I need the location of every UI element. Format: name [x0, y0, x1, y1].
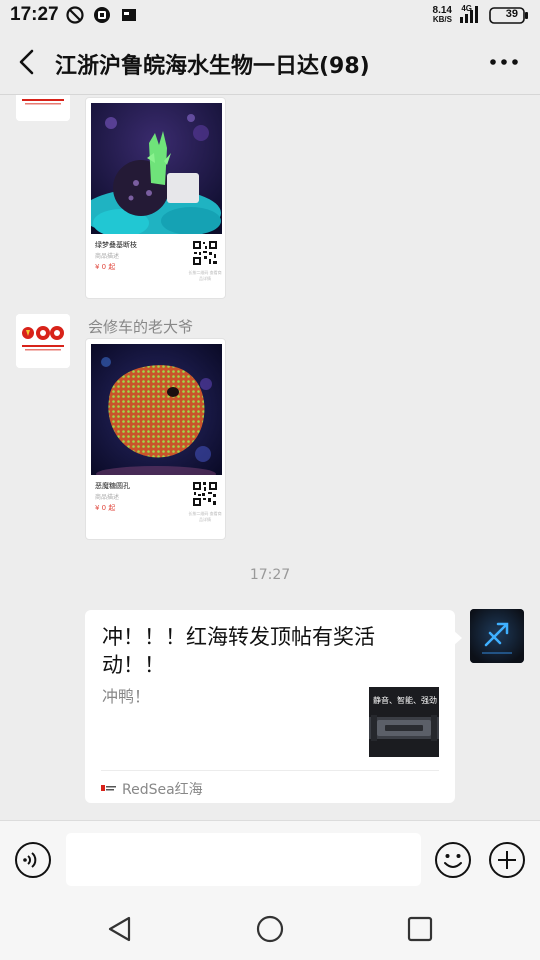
voice-input-icon[interactable] [14, 841, 52, 879]
link-description: 冲鸭！ [102, 687, 151, 706]
party-badge-avatar-image [16, 95, 70, 121]
app-notification-icon [94, 7, 110, 23]
link-thumbnail: 静音、智能、强劲 [369, 687, 439, 757]
sd-card-icon [122, 9, 136, 21]
qr-code-icon [192, 240, 218, 266]
product-description: 商品描述 [95, 494, 120, 501]
link-source: RedSea红海 [122, 782, 203, 798]
link-title: 冲！！！红海转发顶帖有奖活动！！ [102, 625, 375, 677]
message-list[interactable]: 绿梦叠基断枝 商品描述 ¥ 0 起 长按二维码 查看商品详情 会修车的老大爷 恶… [0, 95, 540, 820]
product-card[interactable]: 绿梦叠基断枝 商品描述 ¥ 0 起 长按二维码 查看商品详情 [85, 97, 226, 299]
my-avatar[interactable] [470, 609, 524, 663]
qr-tip: 长按二维码 查看商品详情 [188, 511, 222, 522]
link-divider [101, 770, 439, 771]
chat-title: 江浙沪鲁皖海水生物一日达(98) [55, 54, 370, 79]
net-speed-bottom: KB/S [432, 15, 452, 24]
party-badge-avatar-image [16, 314, 70, 368]
redsea-logo-icon [101, 782, 117, 794]
system-back-icon[interactable] [105, 914, 135, 944]
chat-header: 江浙沪鲁皖海水生物一日达(98) [0, 30, 540, 95]
plus-icon[interactable] [488, 841, 526, 879]
input-bar [0, 820, 540, 898]
battery-level: 39 [505, 8, 518, 20]
product-name: 恶魔糖圆孔 [95, 482, 130, 490]
back-arrow-icon[interactable] [12, 46, 44, 78]
system-recents-icon[interactable] [405, 914, 435, 944]
status-time: 17:27 [10, 4, 59, 25]
product-price: ¥ 0 起 [95, 504, 116, 512]
thumbnail-text: 静音、智能、强劲 [373, 696, 437, 705]
avatar[interactable] [16, 95, 70, 121]
shared-link-card[interactable]: 冲！！！红海转发顶帖有奖活动！！ 冲鸭！ 静音、智能、强劲 RedSea红海 [85, 610, 455, 803]
do-not-disturb-icon [66, 6, 84, 24]
message-input[interactable] [66, 833, 421, 886]
sagittarius-avatar-image [470, 609, 524, 663]
system-home-icon[interactable] [255, 914, 285, 944]
emoji-icon[interactable] [434, 841, 472, 879]
avatar[interactable] [16, 314, 70, 368]
product-name: 绿梦叠基断枝 [95, 241, 137, 249]
network-type: 4G [461, 4, 472, 13]
bubble-tail [453, 630, 462, 646]
message-timestamp: 17:27 [249, 567, 291, 583]
product-image [91, 344, 222, 475]
qr-tip: 长按二维码 查看商品详情 [188, 270, 222, 281]
more-options-icon[interactable] [488, 52, 520, 72]
status-bar: 17:27 8.14 KB/S 4G 39 [0, 0, 540, 30]
sender-name: 会修车的老大爷 [88, 318, 194, 336]
qr-code-icon [192, 481, 218, 507]
system-navigation-bar [0, 898, 540, 960]
product-card[interactable]: 恶魔糖圆孔 商品描述 ¥ 0 起 长按二维码 查看商品详情 [85, 338, 226, 540]
product-price: ¥ 0 起 [95, 263, 116, 271]
product-image [91, 103, 222, 234]
product-description: 商品描述 [95, 253, 120, 260]
